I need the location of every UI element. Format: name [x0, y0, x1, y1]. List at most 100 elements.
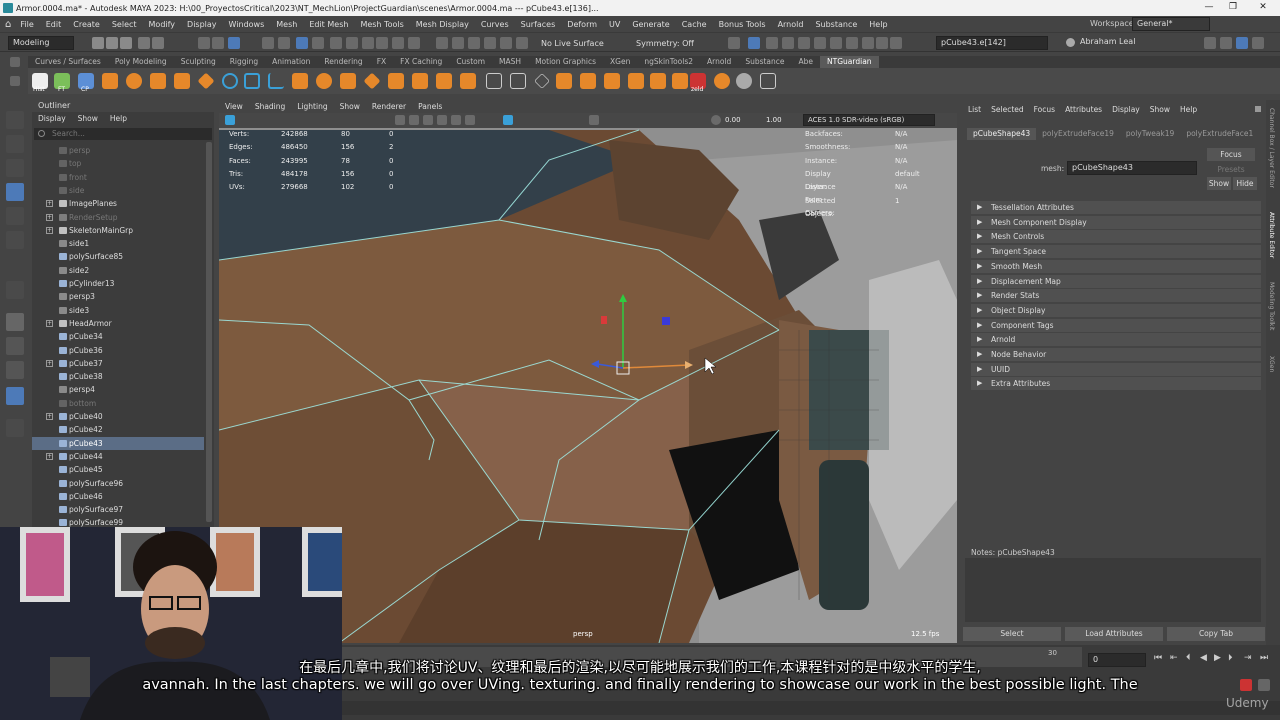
outliner-item[interactable]: side3	[32, 304, 204, 317]
camera-based-icon[interactable]	[516, 37, 528, 49]
menu-file[interactable]: File	[14, 20, 39, 29]
symmetry-label[interactable]: Symmetry: Off	[636, 39, 694, 48]
reflect-icon[interactable]	[500, 37, 512, 49]
home-icon[interactable]: ⌂	[5, 19, 11, 30]
channel-box-toggle-icon[interactable]	[1236, 37, 1248, 49]
presets-button[interactable]: Presets	[1207, 163, 1255, 176]
history-icon[interactable]	[362, 37, 374, 49]
ae-section[interactable]: ▶ Render Stats	[971, 289, 1261, 303]
ae-section[interactable]: ▶ Tangent Space	[971, 245, 1261, 259]
menu-substance[interactable]: Substance	[809, 20, 863, 29]
outliner-item[interactable]: polySurface85	[32, 250, 204, 263]
outliner-item[interactable]: side2	[32, 264, 204, 277]
new-scene-icon[interactable]	[92, 37, 104, 49]
crease-icon[interactable]	[510, 73, 526, 89]
isolate-icon[interactable]	[589, 115, 599, 125]
menu-display[interactable]: Display	[181, 20, 223, 29]
menu-modify[interactable]: Modify	[143, 20, 182, 29]
outliner-item[interactable]: + SkeletonMainGrp	[32, 224, 204, 237]
outliner-item[interactable]: + RenderSetup	[32, 211, 204, 224]
render-settings-icon[interactable]	[748, 37, 760, 49]
layout-icon[interactable]	[1204, 37, 1216, 49]
outliner-item[interactable]: pCube38	[32, 370, 204, 383]
outliner-item[interactable]: + ImagePlanes	[32, 197, 204, 210]
expand-icon[interactable]: +	[46, 452, 53, 460]
shadows-icon[interactable]	[465, 115, 475, 125]
outliner-menu-show[interactable]: Show	[72, 113, 104, 125]
ae-section[interactable]: ▶ Object Display	[971, 303, 1261, 317]
outliner-item[interactable]: top	[32, 157, 204, 170]
two-view-icon[interactable]	[6, 361, 24, 379]
outliner-search-input[interactable]: Search...	[34, 128, 212, 140]
side-tab-attribute-editor[interactable]: Attribute Editor	[1268, 212, 1275, 258]
select-button[interactable]: Select	[963, 627, 1061, 641]
minimize-button[interactable]: —	[1198, 0, 1220, 16]
ae-tab-extrude2[interactable]: polyExtrudeFace1	[1180, 128, 1259, 140]
live-surface-label[interactable]: No Live Surface	[541, 39, 604, 48]
colorspace-dropdown[interactable]: ACES 1.0 SDR-video (sRGB)	[803, 114, 935, 126]
snap-view-icon[interactable]	[312, 37, 324, 49]
snap-grid-icon[interactable]	[262, 37, 274, 49]
shelf-tab[interactable]: Custom	[449, 56, 492, 68]
outliner-item[interactable]: side	[32, 184, 204, 197]
shelf-tab[interactable]: Arnold	[700, 56, 738, 68]
paint-select-icon[interactable]	[468, 37, 480, 49]
outliner-item[interactable]: pCube42	[32, 423, 204, 436]
rotate-tool-icon[interactable]	[6, 207, 24, 225]
snap-curve-icon[interactable]	[278, 37, 290, 49]
zoom-icon[interactable]	[6, 419, 24, 437]
user-dropdown[interactable]: Abraham Leal	[1076, 36, 1142, 50]
bevel-icon[interactable]	[292, 73, 308, 89]
exposure-icon[interactable]	[711, 115, 721, 125]
ae-menu-show[interactable]: Show	[1145, 103, 1175, 117]
vp-menu-view[interactable]: View	[219, 100, 249, 113]
outliner-item[interactable]: polySurface96	[32, 477, 204, 490]
outliner-scrollbar[interactable]	[206, 142, 212, 522]
copy-tab-button[interactable]: Copy Tab	[1167, 627, 1265, 641]
render-frame-icon[interactable]	[728, 37, 740, 49]
extrude-icon[interactable]	[316, 73, 332, 89]
outliner-item[interactable]: + pCube44	[32, 450, 204, 463]
arnold-sky-icon[interactable]	[862, 37, 874, 49]
ae-section[interactable]: ▶ Extra Attributes	[971, 377, 1261, 391]
ae-section[interactable]: ▶ Component Tags	[971, 318, 1261, 332]
select-component-icon[interactable]	[228, 37, 240, 49]
load-attributes-button[interactable]: Load Attributes	[1065, 627, 1163, 641]
poly-cube-icon[interactable]	[102, 73, 118, 89]
menu-mesh-display[interactable]: Mesh Display	[410, 20, 475, 29]
xray-icon[interactable]	[503, 115, 513, 125]
menu-curves[interactable]: Curves	[475, 20, 515, 29]
snap-point-icon[interactable]	[296, 37, 308, 49]
outliner-item[interactable]: polySurface97	[32, 503, 204, 516]
mode-dropdown[interactable]: Modeling	[8, 36, 74, 50]
shelf-tab[interactable]: Animation	[265, 56, 317, 68]
help-line-icon[interactable]	[376, 37, 388, 49]
selection-field[interactable]: pCube43.e[142]	[936, 36, 1048, 50]
smooth-icon[interactable]	[672, 73, 688, 89]
pause-icon[interactable]	[890, 37, 902, 49]
close-button[interactable]: ✕	[1252, 0, 1274, 16]
wireframe-icon[interactable]	[395, 115, 405, 125]
outliner-item[interactable]: pCube45	[32, 463, 204, 476]
shelf-tab[interactable]: MASH	[492, 56, 528, 68]
four-view-icon[interactable]	[6, 337, 24, 355]
ae-menu-attributes[interactable]: Attributes	[1060, 103, 1107, 117]
shelf-tab[interactable]: Poly Modeling	[108, 56, 174, 68]
ipr-icon[interactable]	[782, 37, 794, 49]
expand-icon[interactable]: +	[46, 319, 53, 327]
select-hierarchy-icon[interactable]	[198, 37, 210, 49]
select-object-icon[interactable]	[212, 37, 224, 49]
menu-edit[interactable]: Edit	[40, 20, 68, 29]
menu-help[interactable]: Help	[863, 20, 893, 29]
extract-icon[interactable]	[580, 73, 596, 89]
vp-menu-renderer[interactable]: Renderer	[366, 100, 412, 113]
shelf-tab-active[interactable]: NTGuardian	[820, 56, 879, 68]
shelf-tab[interactable]: Sculpting	[174, 56, 223, 68]
shelf-tab[interactable]: XGen	[603, 56, 637, 68]
pin-icon[interactable]	[1255, 106, 1261, 112]
play-icon[interactable]	[876, 37, 888, 49]
move-tool-icon[interactable]	[6, 183, 24, 201]
menu-select[interactable]: Select	[106, 20, 143, 29]
ae-section[interactable]: ▶ Mesh Component Display	[971, 215, 1261, 229]
outliner-item[interactable]: persp4	[32, 383, 204, 396]
